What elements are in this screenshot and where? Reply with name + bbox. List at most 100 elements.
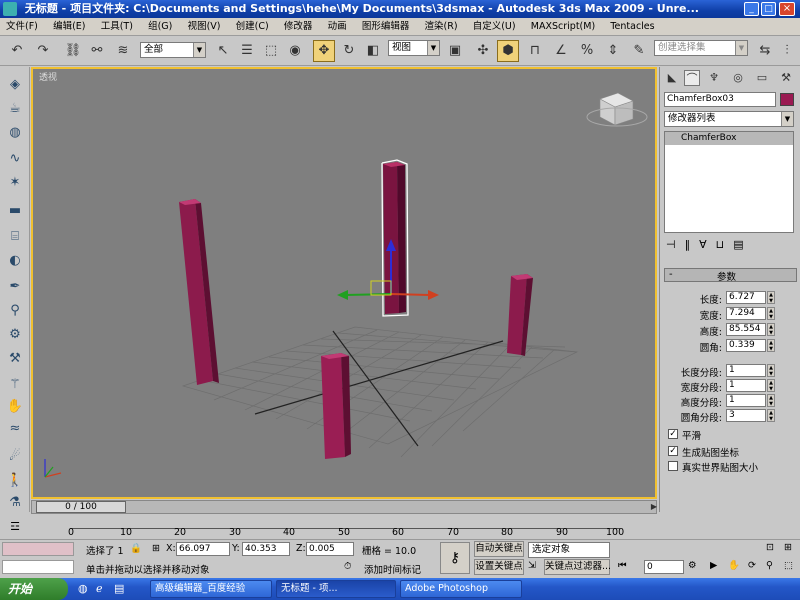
pen-icon[interactable]: ✒ [4, 277, 26, 297]
length-segs-spinner[interactable]: 1 [726, 364, 766, 377]
height-segs-arrows[interactable]: ▲ ▼ [767, 394, 775, 407]
camera-icon[interactable]: ◐ [4, 251, 26, 271]
time-config-icon[interactable]: ⚙ [688, 560, 697, 571]
fillet-segs-spinner[interactable]: 3 [726, 409, 766, 422]
chamferbox-left[interactable] [179, 199, 219, 385]
height-spinner-arrows[interactable]: ▲ ▼ [767, 323, 775, 336]
orbit-icon[interactable]: ⟳ [748, 560, 756, 571]
menu-file[interactable]: 文件(F) [0, 18, 44, 36]
minimize-button[interactable]: _ [744, 2, 759, 16]
redo-icon[interactable]: ↷ [32, 40, 54, 62]
spinner-snap-icon[interactable]: ⇕ [602, 40, 624, 62]
create-tab-icon[interactable]: ◣ [664, 70, 680, 86]
angle-snap-icon[interactable]: ∠ [550, 40, 572, 62]
fillet-spinner-arrows[interactable]: ▲ ▼ [767, 339, 775, 352]
selected-objects-dropdown[interactable]: 选定对象 [528, 542, 610, 558]
pivot-center-icon[interactable]: ▣ [444, 40, 466, 62]
select-object-icon[interactable]: ↖ [212, 40, 234, 62]
named-selection-sets-dropdown[interactable]: 创建选择集 ▼ [654, 40, 748, 56]
start-button[interactable]: 开始 [0, 578, 68, 600]
sphere-icon[interactable]: ◍ [4, 123, 26, 143]
window-crossing-icon[interactable]: ◉ [284, 40, 306, 62]
helper-icon[interactable]: ⚚ [4, 375, 26, 395]
key-filters-button[interactable]: 关键点过滤器... [544, 559, 611, 575]
show-end-result-icon[interactable]: ‖ [685, 238, 700, 251]
task-3dsmax[interactable]: 无标题 - 项... [276, 580, 396, 598]
bone-icon[interactable]: ⚒ [4, 349, 26, 369]
lights-icon[interactable]: ☄ [4, 447, 26, 467]
maxscript-listener-white[interactable] [2, 560, 74, 574]
box-icon[interactable]: ▬ [4, 201, 26, 221]
biped-icon[interactable]: 🚶 [4, 471, 26, 491]
align-icon[interactable]: ⫶ [776, 40, 798, 62]
stack-item-chamferbox[interactable]: ChamferBox [665, 132, 793, 145]
current-frame-field[interactable]: 0 [644, 560, 684, 574]
close-button[interactable]: × [779, 2, 795, 16]
real-world-map-checkbox[interactable] [668, 461, 678, 471]
curve-editor-icon[interactable]: ☲ [0, 517, 30, 537]
chamferbox03-selected[interactable] [381, 159, 409, 317]
set-key-icon[interactable]: ⚷ [440, 542, 470, 574]
fillet-segs-arrows[interactable]: ▲ ▼ [767, 409, 775, 422]
maximize-button[interactable]: □ [761, 2, 776, 16]
set-key-button[interactable]: 设置关键点 [474, 559, 524, 575]
zoom-extents-icon[interactable]: ⊡ [766, 542, 774, 553]
mirror-icon[interactable]: ⇆ [754, 40, 776, 62]
y-coordinate-field[interactable]: 40.353 [242, 542, 290, 556]
object-color-swatch[interactable] [780, 93, 794, 106]
length-segs-arrows[interactable]: ▲ ▼ [767, 364, 775, 377]
configure-modifier-sets-icon[interactable]: ▤ [733, 238, 752, 251]
remove-modifier-icon[interactable]: ⊔ [716, 238, 734, 251]
chamferbox-front[interactable] [321, 353, 351, 459]
pin-stack-icon[interactable]: ⊣ [666, 238, 685, 251]
motion-tab-icon[interactable]: ◎ [730, 70, 746, 86]
menu-customize[interactable]: 自定义(U) [467, 18, 522, 36]
search-icon[interactable]: ⚲ [4, 301, 26, 321]
edit-named-selection-icon[interactable]: ✎ [628, 40, 650, 62]
utilities-tab-icon[interactable]: ⚒ [778, 70, 794, 86]
select-and-move-icon[interactable]: ✥ [313, 40, 335, 62]
select-and-rotate-icon[interactable]: ↻ [338, 40, 360, 62]
utility-icon[interactable]: ⚗ [4, 493, 26, 513]
width-segs-arrows[interactable]: ▲ ▼ [767, 379, 775, 392]
z-coordinate-field[interactable]: 0.005 [306, 542, 354, 556]
menu-views[interactable]: 视图(V) [182, 18, 227, 36]
cylinder-icon[interactable]: ⌸ [4, 227, 26, 247]
browser-icon[interactable]: ◍ [78, 582, 88, 595]
select-and-link-icon[interactable]: ⛓ [62, 40, 84, 62]
menu-edit[interactable]: 编辑(E) [47, 18, 91, 36]
reference-coordinate-dropdown[interactable]: 视图 ▼ [388, 40, 440, 56]
keyboard-shortcut-override-icon[interactable]: ⬢ [497, 40, 519, 62]
wave-icon[interactable]: ≈ [4, 419, 26, 439]
fillet-spinner[interactable]: 0.339 [726, 339, 766, 352]
play-icon[interactable]: ▶ [710, 560, 717, 571]
absolute-mode-icon[interactable]: ⊞ [152, 543, 160, 554]
add-time-tag[interactable]: 添加时间标记 [364, 562, 421, 576]
bind-space-warp-icon[interactable]: ≋ [112, 40, 134, 62]
goto-start-icon[interactable]: ⏮ [618, 560, 627, 571]
menu-create[interactable]: 创建(C) [230, 18, 275, 36]
x-coordinate-field[interactable]: 66.097 [176, 542, 230, 556]
modify-tab-icon[interactable]: ⌒ [684, 70, 700, 86]
folder-icon[interactable]: ▤ [114, 582, 124, 595]
unlink-icon[interactable]: ⚯ [86, 40, 108, 62]
time-tag-icon[interactable]: ⏱ [344, 561, 351, 572]
zoom-all-icon[interactable]: ⊞ [784, 542, 792, 553]
gear-icon[interactable]: ⚙ [4, 325, 26, 345]
task-photoshop[interactable]: Adobe Photoshop [400, 580, 522, 598]
menu-tentacles[interactable]: Tentacles [604, 18, 660, 36]
make-unique-icon[interactable]: ∀ [699, 238, 716, 251]
parameters-rollout-header[interactable]: - 参数 [664, 268, 797, 283]
auto-key-button[interactable]: 自动关键点 [474, 541, 524, 557]
character-icon[interactable]: ✶ [4, 173, 26, 193]
lock-selection-icon[interactable]: 🔒 [130, 543, 142, 554]
menu-tools[interactable]: 工具(T) [95, 18, 139, 36]
maxscript-listener-pink[interactable] [2, 542, 74, 556]
shapes-icon[interactable]: ∿ [4, 149, 26, 169]
zoom-icon[interactable]: ⚲ [766, 560, 773, 571]
undo-icon[interactable]: ↶ [6, 40, 28, 62]
length-spinner-arrows[interactable]: ▲ ▼ [767, 291, 775, 304]
menu-animation[interactable]: 动画 [322, 18, 353, 36]
menu-modifiers[interactable]: 修改器 [278, 18, 319, 36]
generate-mapping-checkbox[interactable]: ✓ [668, 446, 678, 456]
